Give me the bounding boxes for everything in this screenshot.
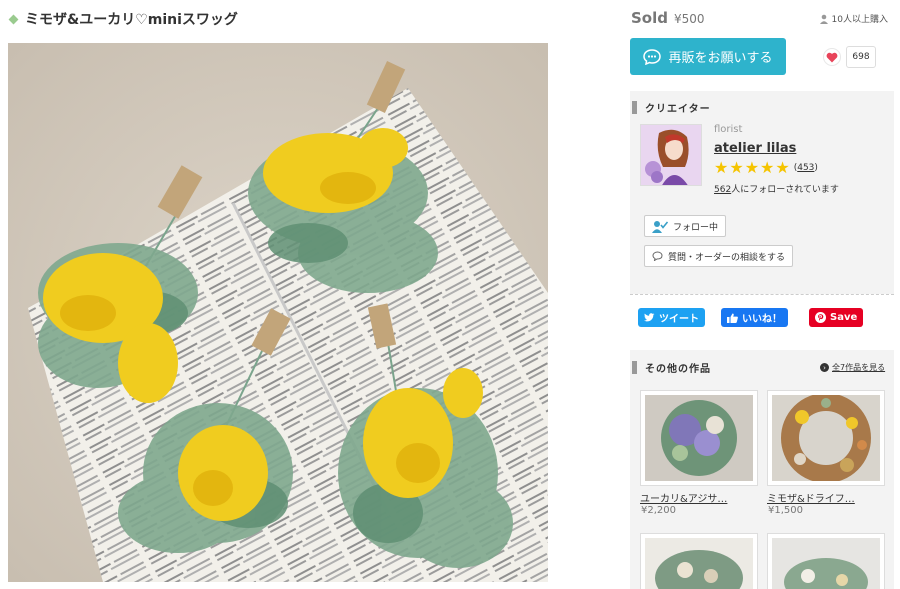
see-all-link[interactable]: › 全7作品を見る xyxy=(820,362,885,373)
other-works-title: その他の作品 xyxy=(645,364,711,375)
mimosa-swag-image xyxy=(8,43,548,582)
tweet-label: ツイート xyxy=(659,314,699,325)
product-photo[interactable] xyxy=(8,43,548,582)
star-icon: ★ xyxy=(760,158,775,177)
facebook-like-button[interactable]: いいね！ xyxy=(721,308,788,327)
section-bar xyxy=(632,361,637,374)
speech-bubble-icon xyxy=(652,251,663,261)
buyer-count-text: 10人以上購入 xyxy=(831,15,888,25)
work-price-2: ¥1,500 xyxy=(768,505,803,516)
avatar-illustration xyxy=(641,125,701,185)
inquiry-button[interactable]: 質問・オーダーの相談をする xyxy=(644,245,794,267)
product-title: ミモザ&ユーカリ♡miniスワッグ xyxy=(25,12,238,28)
tweet-button[interactable]: ツイート xyxy=(638,308,705,327)
divider xyxy=(630,294,894,295)
work-thumbnail-4[interactable] xyxy=(767,533,885,589)
star-icon: ★ xyxy=(775,158,790,177)
work-name-1[interactable]: ユーカリ&アジサ… xyxy=(640,490,760,505)
star-icon: ★ xyxy=(714,158,729,177)
creator-name[interactable]: atelier lilas xyxy=(714,141,796,156)
heart-icon xyxy=(826,52,838,62)
inquiry-label: 質問・オーダーの相談をする xyxy=(668,252,786,263)
work-thumbnail-1[interactable] xyxy=(640,390,758,486)
chat-bubble-icon xyxy=(643,48,662,65)
star-icon: ★ xyxy=(744,158,760,177)
twitter-bird-icon xyxy=(644,313,655,322)
follower-count[interactable]: 562 xyxy=(714,185,731,195)
creator-section-header: クリエイター xyxy=(632,100,711,115)
work-thumbnail-3[interactable] xyxy=(640,533,758,589)
thumbs-up-icon xyxy=(727,313,738,323)
sold-label: Sold xyxy=(631,9,668,27)
buyer-count: 10人以上購入 xyxy=(819,12,888,25)
pinterest-save-button[interactable]: Save xyxy=(809,308,864,327)
eucalyptus-hydrangea-image xyxy=(645,395,753,481)
follow-button[interactable]: フォロー中 xyxy=(644,215,727,237)
resale-request-button[interactable]: 再販をお願いする xyxy=(630,38,786,75)
follow-label: フォロー中 xyxy=(673,222,719,233)
like-label: いいね！ xyxy=(742,314,782,325)
follower-info: 562人にフォローされています xyxy=(714,182,839,195)
swag-image xyxy=(645,538,753,589)
product-title-row: ミモザ&ユーカリ♡miniスワッグ xyxy=(8,9,238,29)
creator-role: florist xyxy=(714,124,743,135)
work-thumbnail-2[interactable] xyxy=(767,390,885,486)
favorite-button[interactable] xyxy=(823,48,841,66)
other-works-header: その他の作品 xyxy=(632,360,711,375)
star-icon: ★ xyxy=(729,158,744,177)
pinterest-icon xyxy=(815,312,826,323)
work-price-1: ¥2,200 xyxy=(641,505,676,516)
user-check-icon xyxy=(652,220,668,233)
person-icon xyxy=(819,14,828,24)
review-count[interactable]: (453) xyxy=(794,163,818,173)
save-label: Save xyxy=(830,312,858,323)
creator-avatar[interactable] xyxy=(640,124,702,186)
sold-status: Sold ¥500 xyxy=(631,9,705,27)
see-all-label: 全7作品を見る xyxy=(832,363,886,372)
mimosa-wreath-image xyxy=(772,395,880,481)
diamond-icon xyxy=(8,14,19,24)
chevron-right-icon: › xyxy=(820,363,829,372)
section-bar xyxy=(632,101,637,114)
work-name-2[interactable]: ミモザ&ドライフ… xyxy=(767,490,887,505)
bouquet-image xyxy=(772,538,880,589)
like-count: 698 xyxy=(846,46,876,68)
resale-label: 再販をお願いする xyxy=(668,51,773,66)
creator-section-title: クリエイター xyxy=(645,104,711,115)
price: ¥500 xyxy=(674,12,705,26)
product-page: ミモザ&ユーカリ♡miniスワッグ Sold ¥500 10人以上購入 再販をお… xyxy=(0,0,900,589)
follower-suffix: 人にフォローされています xyxy=(731,185,839,195)
creator-rating[interactable]: ★ ★ ★ ★ ★ (453) xyxy=(714,160,818,176)
